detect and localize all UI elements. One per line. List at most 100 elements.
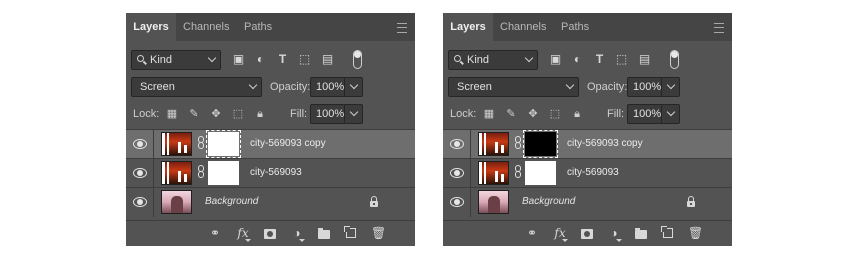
- adjustment-filter-icon[interactable]: ◐: [254, 53, 267, 66]
- lock-position-icon[interactable]: ✥: [527, 108, 539, 120]
- tab-paths[interactable]: Paths: [244, 13, 272, 41]
- kind-filter-dropdown[interactable]: Kind: [448, 50, 538, 70]
- new-layer-icon[interactable]: [661, 226, 673, 238]
- opacity-dropdown-button[interactable]: [344, 78, 362, 96]
- trash-icon[interactable]: 🗑︎: [371, 227, 386, 240]
- lock-transparent-pixels-icon[interactable]: ▦: [166, 108, 178, 120]
- opacity-field[interactable]: 100%: [310, 77, 363, 97]
- lock-image-pixels-icon[interactable]: ✎: [505, 108, 517, 120]
- tab-paths[interactable]: Paths: [561, 13, 589, 41]
- panel-tab-bar: Layers Channels Paths: [443, 13, 732, 41]
- smart-object-filter-icon[interactable]: ▤: [321, 53, 334, 66]
- layer-mask-thumbnail[interactable]: [206, 130, 241, 158]
- adjustment-icon[interactable]: ◑: [607, 227, 622, 242]
- layer-name[interactable]: city-569093: [250, 167, 302, 178]
- blend-mode-dropdown[interactable]: Screen: [131, 77, 262, 97]
- new-layer-icon[interactable]: [344, 226, 356, 238]
- layer-name[interactable]: Background: [522, 196, 575, 207]
- layer-mask-thumbnail[interactable]: [525, 161, 556, 185]
- layer-mask-thumbnail[interactable]: [523, 130, 558, 158]
- lock-artboard-icon[interactable]: ⬚: [549, 108, 561, 120]
- eye-icon: [133, 138, 147, 150]
- link-icon[interactable]: ⚭: [525, 227, 539, 240]
- layer-row[interactable]: Background: [126, 187, 415, 217]
- fx-icon[interactable]: fx: [236, 227, 251, 242]
- layer-row[interactable]: Background: [443, 187, 732, 217]
- layer-thumbnail[interactable]: [478, 161, 509, 185]
- mask-link-icon[interactable]: [515, 136, 521, 150]
- kind-filter-label: Kind: [467, 54, 490, 66]
- type-filter-icon[interactable]: T: [276, 53, 289, 66]
- opacity-value: 100%: [316, 81, 345, 93]
- layer-row[interactable]: city-569093 copy: [126, 129, 415, 159]
- layer-name[interactable]: Background: [205, 196, 258, 207]
- add-mask-icon[interactable]: [264, 229, 276, 239]
- smart-object-filter-icon[interactable]: ▤: [638, 53, 651, 66]
- visibility-toggle[interactable]: [443, 159, 471, 188]
- filter-toggle-icon[interactable]: [353, 50, 362, 69]
- layer-thumbnail[interactable]: [161, 161, 192, 185]
- layer-thumbnail[interactable]: [478, 132, 509, 156]
- fill-dropdown-button[interactable]: [661, 105, 679, 123]
- kind-filter-label: Kind: [150, 54, 173, 66]
- visibility-toggle[interactable]: [443, 188, 471, 217]
- fill-value: 100%: [633, 108, 662, 120]
- lock-image-pixels-icon[interactable]: ✎: [188, 108, 200, 120]
- fill-dropdown-button[interactable]: [344, 105, 362, 123]
- layer-thumbnail[interactable]: [161, 132, 192, 156]
- opacity-field[interactable]: 100%: [627, 77, 680, 97]
- type-filter-icon[interactable]: T: [593, 53, 606, 66]
- layer-name[interactable]: city-569093 copy: [250, 138, 326, 149]
- image-filter-icon[interactable]: ▣: [549, 53, 562, 66]
- adjustment-icon[interactable]: ◑: [290, 227, 305, 242]
- shape-filter-icon[interactable]: ⬚: [298, 53, 311, 66]
- mask-link-icon[interactable]: [198, 136, 204, 150]
- blend-mode-dropdown[interactable]: Screen: [448, 77, 579, 97]
- fill-field[interactable]: 100%: [310, 104, 363, 124]
- opacity-dropdown-button[interactable]: [661, 78, 679, 96]
- adjustment-filter-icon[interactable]: ◐: [571, 53, 584, 66]
- fx-icon[interactable]: fx: [553, 227, 568, 242]
- folder-icon[interactable]: [318, 228, 330, 239]
- layer-row[interactable]: city-569093: [126, 158, 415, 188]
- chevron-down-icon: [524, 53, 534, 63]
- tab-channels[interactable]: Channels: [500, 13, 546, 41]
- visibility-toggle[interactable]: [443, 130, 471, 159]
- layer-row[interactable]: city-569093 copy: [443, 129, 732, 159]
- tab-layers[interactable]: Layers: [443, 13, 493, 41]
- filter-toggle-icon[interactable]: [670, 50, 679, 69]
- add-mask-icon[interactable]: [581, 229, 593, 239]
- lock-position-icon[interactable]: ✥: [210, 108, 222, 120]
- visibility-toggle[interactable]: [126, 130, 154, 159]
- layer-thumbnail[interactable]: [161, 190, 192, 214]
- visibility-toggle[interactable]: [126, 159, 154, 188]
- tab-layers[interactable]: Layers: [126, 13, 176, 41]
- chevron-down-icon: [349, 80, 359, 90]
- lock-transparent-pixels-icon[interactable]: ▦: [483, 108, 495, 120]
- lock-all-icon[interactable]: 🔒︎: [254, 108, 266, 120]
- fill-field[interactable]: 100%: [627, 104, 680, 124]
- mask-link-icon[interactable]: [515, 165, 521, 179]
- folder-icon[interactable]: [635, 228, 647, 239]
- kind-filter-dropdown[interactable]: Kind: [131, 50, 221, 70]
- mask-link-icon[interactable]: [198, 165, 204, 179]
- image-filter-icon[interactable]: ▣: [232, 53, 245, 66]
- link-icon[interactable]: ⚭: [208, 227, 222, 240]
- trash-icon[interactable]: 🗑︎: [688, 227, 703, 240]
- layer-mask-thumbnail[interactable]: [208, 161, 239, 185]
- lock-label: Lock:: [450, 108, 477, 120]
- lock-all-icon[interactable]: 🔒︎: [571, 108, 583, 120]
- panel-menu-icon[interactable]: [714, 23, 724, 33]
- layer-row[interactable]: city-569093: [443, 158, 732, 188]
- shape-filter-icon[interactable]: ⬚: [615, 53, 628, 66]
- tab-channels[interactable]: Channels: [183, 13, 229, 41]
- lock-artboard-icon[interactable]: ⬚: [232, 108, 244, 120]
- panel-menu-icon[interactable]: [397, 23, 407, 33]
- layers-list: city-569093 copy city-569093 Background: [443, 129, 732, 219]
- visibility-toggle[interactable]: [126, 188, 154, 217]
- eye-icon: [450, 196, 464, 208]
- layer-name[interactable]: city-569093: [567, 167, 619, 178]
- layer-name[interactable]: city-569093 copy: [567, 138, 643, 149]
- lock-icon: [687, 196, 695, 207]
- layer-thumbnail[interactable]: [478, 190, 509, 214]
